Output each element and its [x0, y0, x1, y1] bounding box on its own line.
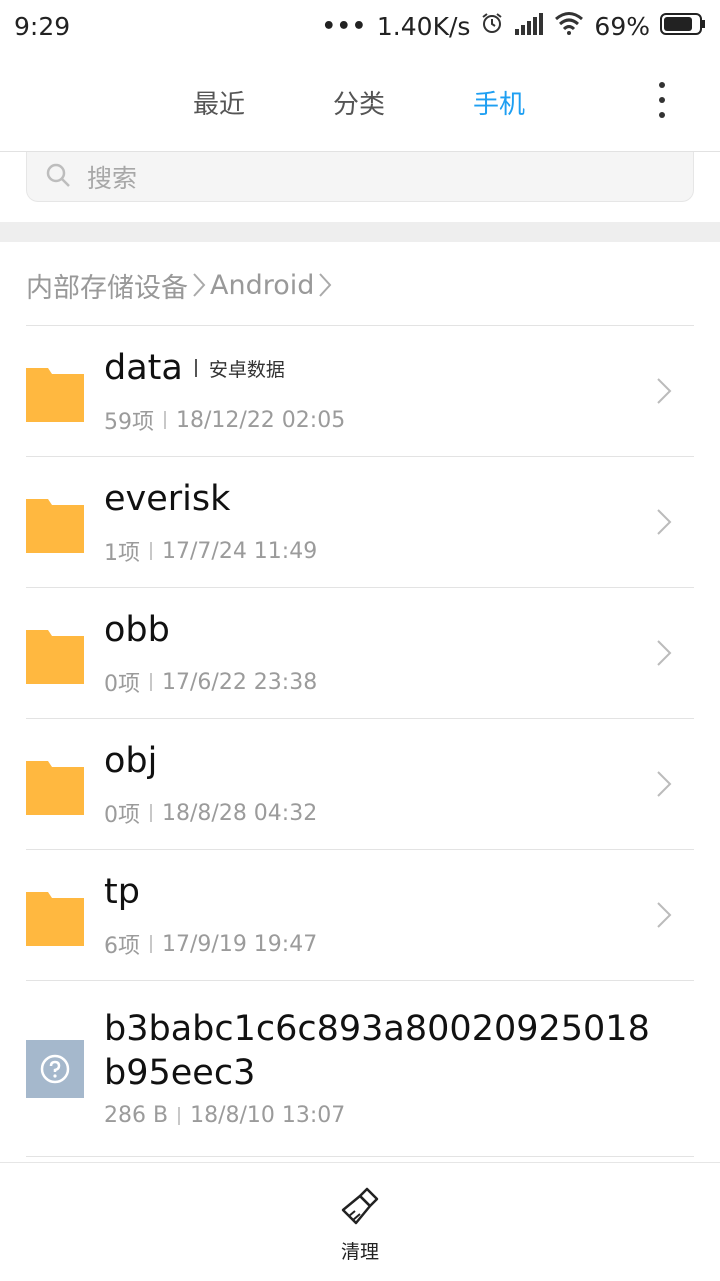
wifi-icon — [554, 11, 584, 41]
meta-separator — [150, 673, 152, 691]
chevron-right-icon — [654, 507, 674, 537]
breadcrumb-root[interactable]: 内部存储设备 — [26, 266, 188, 305]
status-bar: 9:29 ••• 1.40K/s 69% — [0, 0, 720, 52]
breadcrumb-android[interactable]: Android — [210, 270, 314, 301]
bottom-bar: 清理 — [0, 1162, 720, 1281]
folder-icon — [26, 495, 84, 553]
battery-percent: 69% — [594, 11, 650, 41]
file-meta: 286 B 18/8/10 13:07 — [104, 1103, 345, 1128]
network-speed: 1.40K/s — [376, 11, 471, 41]
file-date: 17/7/24 11:49 — [162, 538, 318, 564]
meta-separator — [178, 1106, 181, 1125]
file-count: 59项 — [104, 410, 154, 435]
file-name: obj — [104, 741, 158, 781]
tab-recent[interactable]: 最近 — [193, 84, 245, 121]
meta-separator — [150, 804, 152, 822]
file-meta: 1项 17/7/24 11:49 — [104, 535, 317, 567]
file-name: b3babc1c6c893a80020925018b95eec3 — [104, 1009, 650, 1093]
clean-button[interactable]: 清理 — [320, 1185, 400, 1265]
file-name-row: obb — [104, 610, 170, 650]
file-name-row: data 安卓数据 — [104, 348, 285, 388]
file-date: 17/9/19 19:47 — [162, 931, 318, 957]
meta-separator — [150, 542, 152, 560]
unknown-file-icon — [26, 1040, 84, 1098]
tab-category[interactable]: 分类 — [333, 84, 385, 121]
chevron-right-icon — [654, 638, 674, 668]
file-date: 17/6/22 23:38 — [162, 669, 318, 695]
file-name: obb — [104, 610, 170, 650]
file-name: data — [104, 348, 183, 388]
clean-label: 清理 — [340, 1241, 379, 1263]
file-count: 1项 — [104, 541, 140, 566]
folder-icon — [26, 364, 84, 422]
section-divider — [0, 222, 720, 242]
search-input[interactable]: 搜索 — [26, 152, 694, 202]
chevron-right-icon — [654, 769, 674, 799]
file-date: 18/8/28 04:32 — [162, 800, 318, 826]
chevron-right-icon — [654, 900, 674, 930]
folder-icon — [26, 626, 84, 684]
status-icons: ••• 1.40K/s 69% — [322, 11, 706, 41]
file-count: 0项 — [104, 672, 140, 697]
list-item[interactable]: data 安卓数据 59项 18/12/22 02:05 — [26, 326, 694, 457]
search-icon — [45, 162, 71, 192]
file-meta: 6项 17/9/19 19:47 — [104, 928, 317, 960]
file-name-row: everisk — [104, 479, 230, 519]
meta-separator — [164, 411, 166, 429]
file-name: tp — [104, 872, 140, 912]
top-tabs: 最近 分类 手机 — [0, 52, 720, 152]
file-size: 286 B — [104, 1103, 169, 1128]
file-meta: 0项 17/6/22 23:38 — [104, 666, 317, 698]
file-name-row: tp — [104, 872, 140, 912]
folder-icon — [26, 888, 84, 946]
file-name-row: obj — [104, 741, 157, 781]
chevron-right-icon — [318, 272, 332, 298]
list-item[interactable]: tp 6项 17/9/19 19:47 — [26, 850, 694, 981]
more-vert-icon[interactable] — [652, 82, 672, 118]
file-list: data 安卓数据 59项 18/12/22 02:05 everisk 1项 … — [0, 326, 720, 1157]
notification-dots: ••• — [321, 13, 367, 39]
folder-icon — [26, 757, 84, 815]
search-placeholder: 搜索 — [87, 163, 138, 193]
breadcrumb: 内部存储设备 Android — [26, 262, 336, 308]
tab-phone[interactable]: 手机 — [473, 84, 525, 121]
meta-separator — [150, 935, 152, 953]
file-date: 18/8/10 13:07 — [190, 1103, 346, 1128]
list-item[interactable]: everisk 1项 17/7/24 11:49 — [26, 457, 694, 588]
status-time: 9:29 — [14, 11, 71, 41]
list-item[interactable]: obj 0项 18/8/28 04:32 — [26, 719, 694, 850]
broom-icon — [339, 1185, 381, 1231]
file-meta: 59项 18/12/22 02:05 — [104, 404, 345, 436]
file-count: 6项 — [104, 934, 140, 959]
list-item[interactable]: obb 0项 17/6/22 23:38 — [26, 588, 694, 719]
chevron-right-icon — [192, 272, 206, 298]
battery-icon — [660, 12, 706, 41]
alarm-icon — [480, 11, 504, 41]
signal-icon — [514, 12, 544, 41]
file-name: everisk — [104, 479, 231, 519]
list-item[interactable]: b3babc1c6c893a80020925018b95eec3 286 B 1… — [26, 981, 694, 1157]
file-meta: 0项 18/8/28 04:32 — [104, 797, 317, 829]
file-tag: 安卓数据 — [195, 355, 285, 382]
file-count: 0项 — [104, 803, 140, 828]
file-date: 18/12/22 02:05 — [176, 407, 346, 433]
chevron-right-icon — [654, 376, 674, 406]
